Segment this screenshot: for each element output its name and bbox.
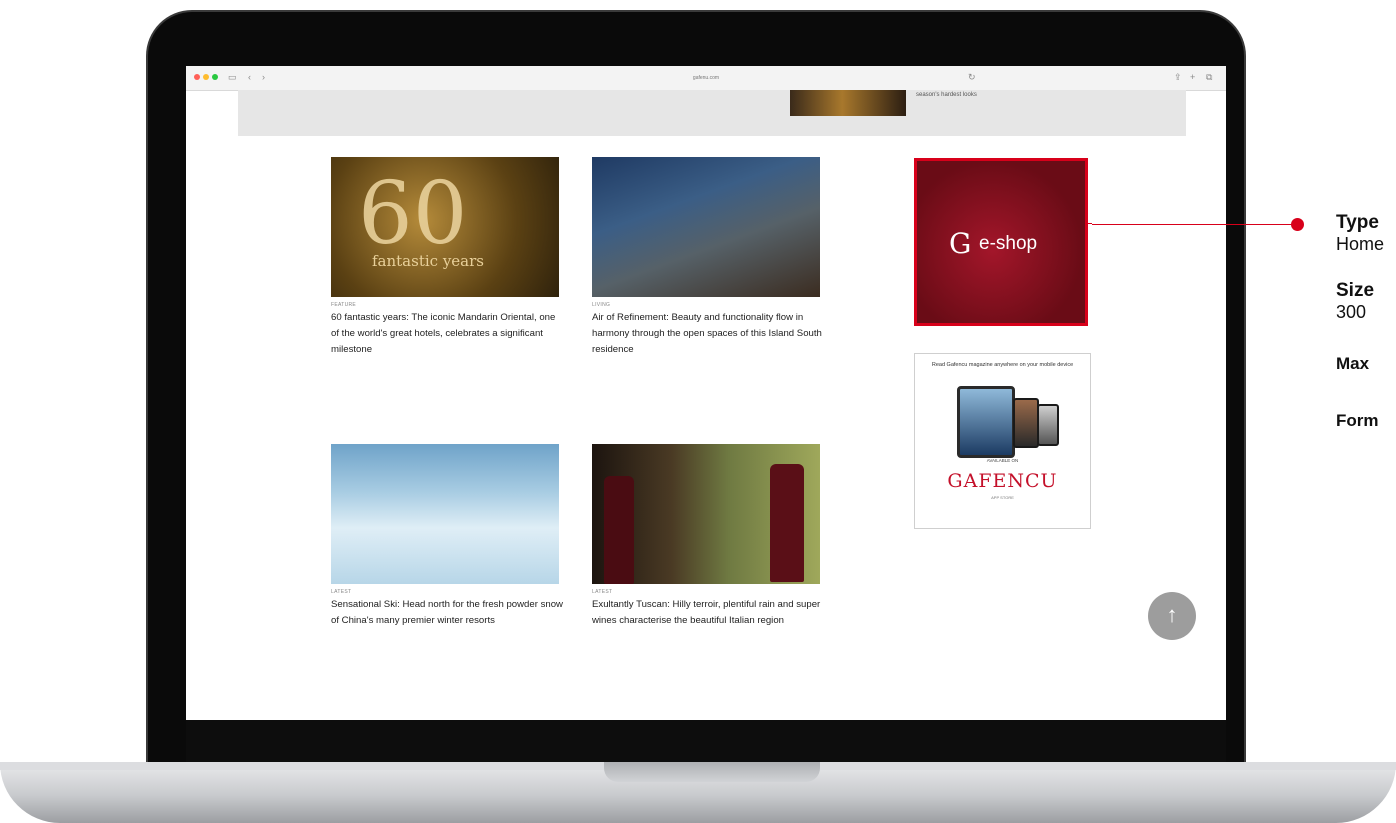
back-icon[interactable]: ‹ <box>248 71 251 83</box>
magazine-ad-store: APP STORE <box>991 495 1014 500</box>
phone-icon <box>1037 404 1059 446</box>
article-category: LATEST <box>592 589 613 595</box>
article-category: LIVING <box>592 302 611 308</box>
close-window-icon[interactable] <box>194 74 200 80</box>
banner-image[interactable] <box>790 90 906 116</box>
article-title[interactable]: Air of Refinement: Beauty and functional… <box>592 310 824 358</box>
tablet-icon <box>957 386 1015 458</box>
sidebar-icon[interactable]: ▭ <box>228 71 237 83</box>
forward-icon[interactable]: › <box>262 71 265 83</box>
browser-toolbar: ▭ ‹ › gafenu.com ↻ ⇪ + ⧉ <box>186 66 1226 91</box>
gafencu-wordmark: GAFENCU <box>947 470 1058 492</box>
article-image[interactable] <box>592 157 820 297</box>
callout-dot <box>1291 218 1304 231</box>
scroll-to-top-button[interactable]: ↑ <box>1148 592 1196 640</box>
article-title[interactable]: Exultantly Tuscan: Hilly terroir, plenti… <box>592 597 824 629</box>
article-image-caption: fantastic years <box>372 252 484 270</box>
spec-format-label: Form <box>1336 411 1379 430</box>
gafencu-logo-icon: G <box>949 227 972 260</box>
browser-screen: ▭ ‹ › gafenu.com ↻ ⇪ + ⧉ season's hardes… <box>186 66 1226 720</box>
phone-icon <box>1013 398 1039 448</box>
magazine-ad-headline: Read Gafencu magazine anywhere on your m… <box>931 362 1074 368</box>
article-image-number: 60 <box>358 164 468 264</box>
new-tab-icon[interactable]: + <box>1190 71 1195 83</box>
magazine-ad-available: AVAILABLE ON <box>986 458 1019 463</box>
spec-max-label: Max <box>1336 354 1370 373</box>
wine-bottle-graphic <box>604 476 634 584</box>
article-category: FEATURE <box>331 302 357 308</box>
article-title[interactable]: Sensational Ski: Head north for the fres… <box>331 597 563 629</box>
tabs-icon[interactable]: ⧉ <box>1206 71 1212 83</box>
laptop-notch <box>604 762 820 782</box>
magazine-app-ad[interactable]: Read Gafencu magazine anywhere on your m… <box>914 353 1091 529</box>
article-image[interactable] <box>331 444 559 584</box>
minimize-window-icon[interactable] <box>203 74 209 80</box>
zoom-window-icon[interactable] <box>212 74 218 80</box>
banner-text[interactable]: season's hardest looks <box>916 92 977 98</box>
eshop-label: e-shop <box>979 233 1038 254</box>
article-category: LATEST <box>331 589 352 595</box>
article-title[interactable]: 60 fantastic years: The iconic Mandarin … <box>331 310 563 358</box>
top-banner[interactable] <box>238 90 1186 136</box>
eshop-ad[interactable]: G e-shop <box>914 158 1088 326</box>
share-icon[interactable]: ⇪ <box>1174 71 1182 83</box>
address-bar[interactable]: gafenu.com <box>626 72 786 84</box>
spec-size-value: 300 <box>1336 302 1367 322</box>
laptop-chin <box>186 720 1226 762</box>
wine-bottle-graphic <box>770 464 804 582</box>
reload-icon[interactable]: ↻ <box>968 71 976 83</box>
spec-size-label: Size <box>1336 280 1375 301</box>
spec-type-value: Home <box>1336 234 1385 254</box>
spec-type-label: Type <box>1336 212 1379 233</box>
callout-line <box>1092 224 1296 225</box>
